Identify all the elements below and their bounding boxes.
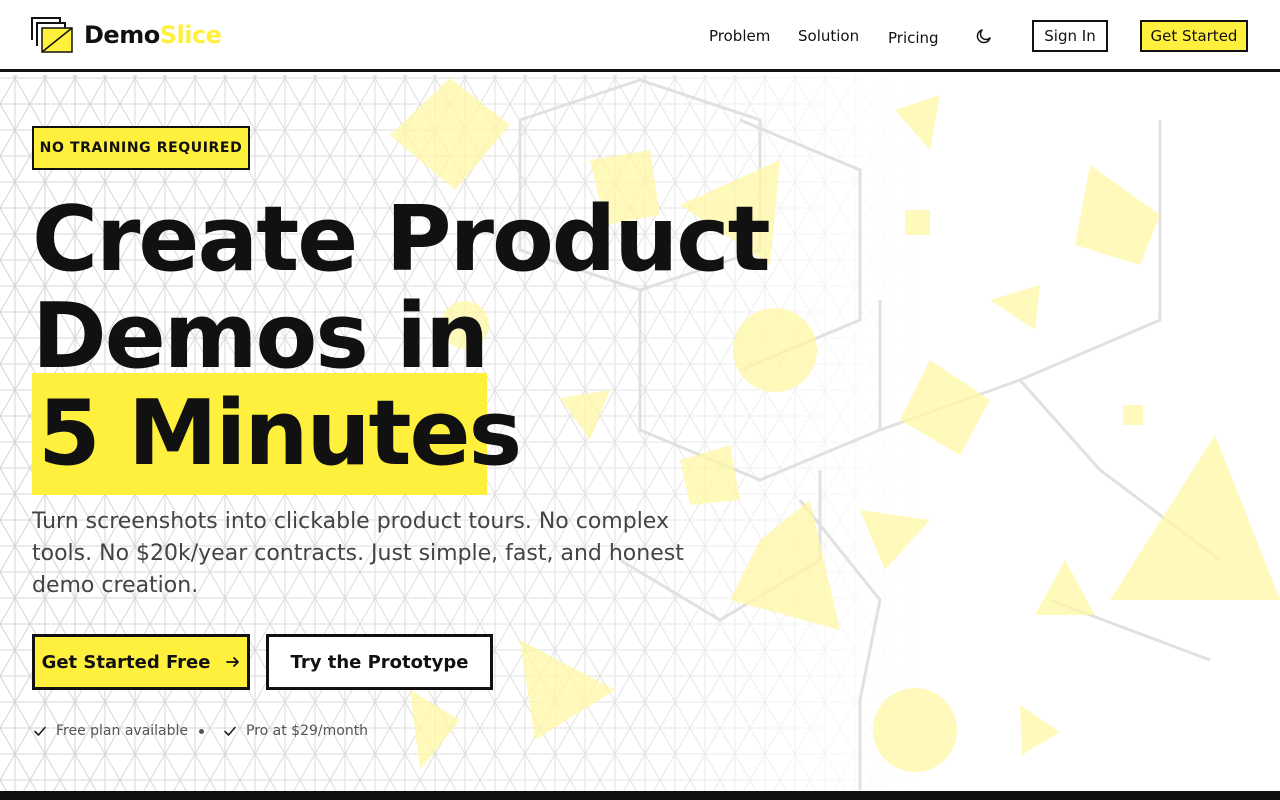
get-started-button[interactable]: Get Started bbox=[1140, 20, 1248, 52]
hero-subtitle: Turn screenshots into clickable product … bbox=[32, 509, 684, 598]
nav-link-pricing[interactable]: Pricing bbox=[888, 29, 939, 47]
check-icon bbox=[224, 726, 236, 736]
try-prototype-button[interactable]: Try the Prototype bbox=[266, 634, 493, 690]
hero-headline-highlight: 5 Minutes bbox=[38, 381, 522, 486]
moon-icon[interactable] bbox=[975, 27, 993, 45]
brand-name-first: Demo bbox=[84, 21, 160, 49]
feature-separator-dot bbox=[199, 729, 204, 734]
brand-name-second: Slice bbox=[159, 21, 222, 49]
sign-in-button[interactable]: Sign In bbox=[1032, 20, 1108, 52]
demoslice-logo-icon[interactable] bbox=[30, 16, 74, 54]
top-navigation-bar: DemoSlice Problem Solution Pricing Sign … bbox=[0, 0, 1280, 72]
feature-pro-plan: Pro at $29/month bbox=[222, 723, 368, 739]
get-started-free-button[interactable]: Get Started Free bbox=[32, 634, 250, 690]
feature-free-plan: Free plan available bbox=[32, 723, 188, 739]
brand-name[interactable]: DemoSlice bbox=[84, 21, 222, 49]
nav-link-problem[interactable]: Problem bbox=[709, 27, 770, 45]
nav-link-solution[interactable]: Solution bbox=[798, 27, 859, 45]
feature-pro-plan-label: Pro at $29/month bbox=[246, 723, 369, 739]
hero-headline-line-2: Demos in bbox=[32, 284, 489, 389]
hero-badge: NO TRAINING REQUIRED bbox=[32, 126, 250, 170]
hero-headline-line-1: Create Product bbox=[32, 187, 771, 292]
section-bottom-border bbox=[0, 791, 1280, 800]
check-icon bbox=[34, 726, 46, 736]
get-started-free-label: Get Started Free bbox=[41, 651, 211, 673]
feature-free-plan-label: Free plan available bbox=[56, 723, 189, 739]
arrow-right-icon bbox=[226, 657, 240, 667]
